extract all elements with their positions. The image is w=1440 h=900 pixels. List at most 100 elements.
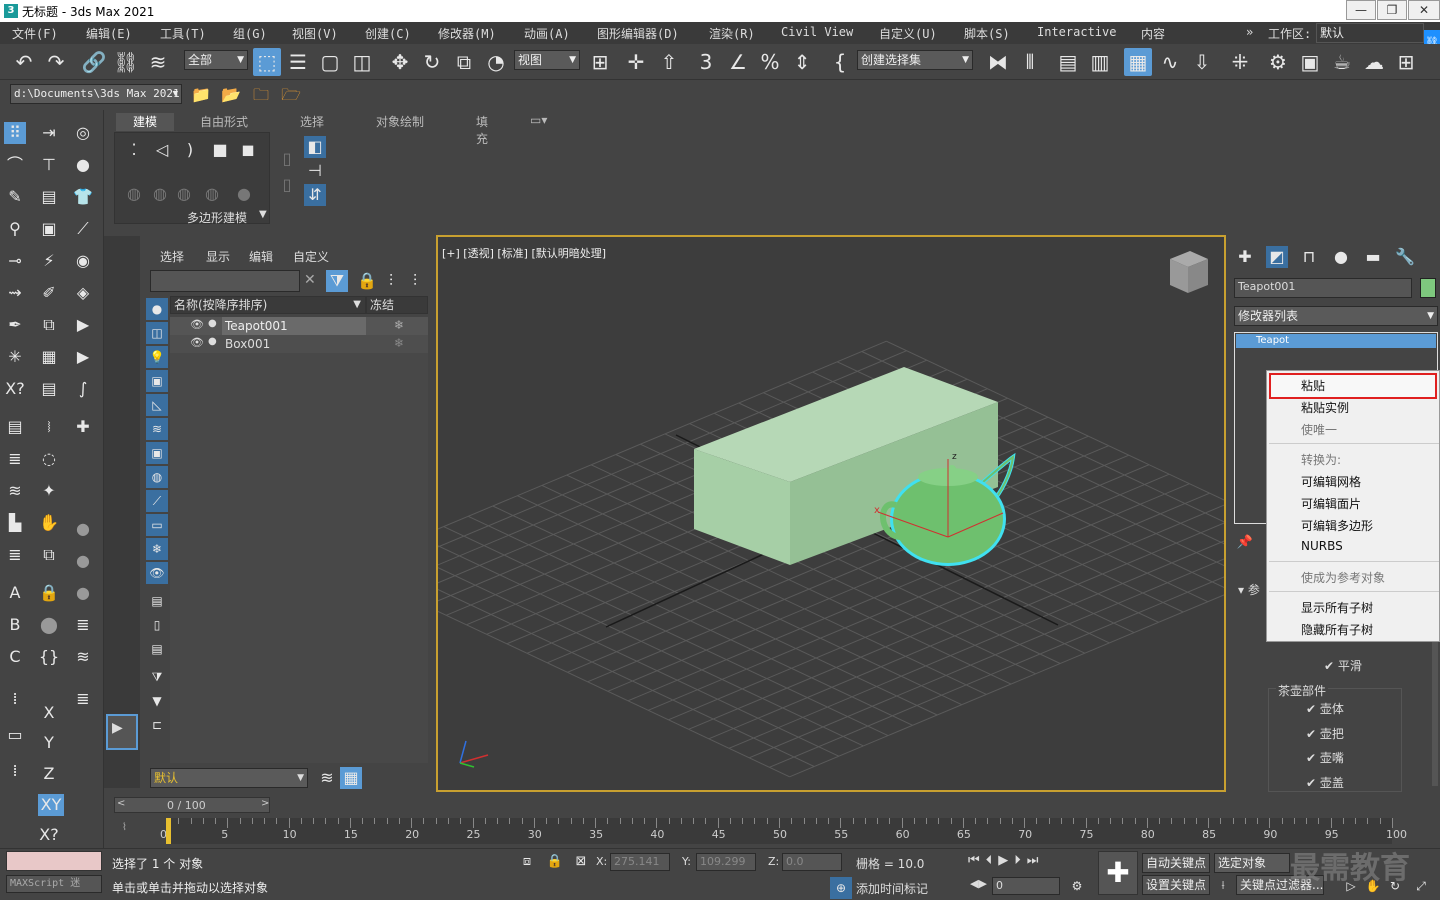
axis-z-icon[interactable]: Z (38, 763, 60, 785)
bones-filter-icon[interactable]: ⟋ (146, 490, 168, 512)
side-b-icon[interactable]: ▯ (276, 174, 298, 196)
modify-tab-icon[interactable]: ◩ (1266, 246, 1288, 268)
select-manipulate-icon[interactable]: ✛ (622, 48, 650, 76)
mod-c-icon[interactable]: ◍ (173, 183, 195, 205)
scene-menu-edit[interactable]: 编辑 (249, 248, 273, 265)
angle-snap-icon[interactable]: ∠ (724, 48, 752, 76)
render-dot-icon[interactable]: ● (208, 336, 217, 347)
visibility-eye-icon[interactable]: 👁 (190, 336, 204, 349)
create-project-icon[interactable]: 🗀 (250, 84, 272, 106)
perspective-viewport[interactable]: [+] [透视] [标准] [默认明暗处理] x z (436, 235, 1226, 792)
freeze-snowflake-icon[interactable]: ❄ (394, 336, 404, 350)
render-setup-icon[interactable]: ⚙ (1264, 48, 1292, 76)
menu-group[interactable]: 组(G) (233, 25, 267, 42)
layer-explorer-icon[interactable]: ▥ (1086, 48, 1114, 76)
curve-toggle-icon[interactable]: ⌇ (122, 822, 127, 833)
star-icon[interactable]: ✦ (38, 480, 60, 502)
display-tab-icon[interactable]: ▬ (1362, 246, 1384, 268)
vertex-icon[interactable]: ⁚ (123, 139, 145, 161)
clear-search-icon[interactable]: ✕ (304, 272, 316, 288)
menu-item-hide-all-subtrees[interactable]: 隐藏所有子树 (1301, 621, 1373, 638)
spacewarps-filter-icon[interactable]: ≋ (146, 418, 168, 440)
save-tool-icon[interactable]: ▤ (38, 378, 60, 400)
named-selection-dropdown[interactable]: 创建选择集 ▼ (857, 50, 973, 70)
snap-toggle-icon[interactable]: 3 (692, 48, 720, 76)
viewcube[interactable] (1170, 251, 1208, 293)
side-e-icon[interactable]: ⇵ (304, 184, 326, 206)
menu-item-show-all-subtrees[interactable]: 显示所有子树 (1301, 599, 1373, 616)
auto-key-button[interactable]: 自动关键点 (1142, 853, 1210, 873)
shapes-filter-icon[interactable]: ◫ (146, 322, 168, 344)
next-key-icon[interactable]: ⏵ (1014, 853, 1027, 868)
mod-a-icon[interactable]: ◍ (123, 183, 145, 205)
part-body-checkbox[interactable]: ✔ 壶体 (1306, 700, 1344, 717)
show-all-icon[interactable]: ▤ (146, 590, 168, 612)
tape-icon[interactable]: ⇝ (4, 282, 26, 304)
render-production-icon[interactable]: ☕ (1328, 48, 1356, 76)
element-icon[interactable]: ◼ (237, 139, 259, 161)
stack-tool-icon[interactable]: ▤ (4, 416, 26, 438)
ruler-icon[interactable]: ▭ (4, 724, 26, 746)
layer-dropdown[interactable]: 默认 ▼ (150, 768, 308, 788)
scene-menu-customize[interactable]: 自定义 (293, 248, 329, 265)
tab-modeling[interactable]: 建模 (116, 113, 174, 131)
window-crossing-icon[interactable]: ◫ (348, 48, 376, 76)
play-anim-icon[interactable]: ▶ (72, 314, 94, 336)
timeline-ruler[interactable]: 0 5 10 15 20 25 30 35 40 45 50 55 60 65 70 75 80 85 90 95 10… (160, 818, 1407, 844)
time-config-icon[interactable]: ⚙ (1066, 875, 1088, 897)
helpers-filter-icon[interactable]: ◺ (146, 394, 168, 416)
play-icon[interactable]: ▶ (998, 853, 1014, 868)
text-a-icon[interactable]: A (4, 582, 26, 604)
display-tool-icon[interactable]: ▣ (38, 218, 60, 240)
project-path-dropdown[interactable]: d:\Documents\3ds Max 2021 ▼ (10, 84, 182, 104)
visibility-eye-icon[interactable]: 👁 (190, 318, 204, 331)
plus-tool-icon[interactable]: ✚ (72, 416, 94, 438)
unlink-icon[interactable]: ⛓ (112, 48, 140, 76)
prev-frame-icon[interactable]: < (117, 798, 125, 809)
hierarchy-panel-icon[interactable]: ⫶ (380, 270, 402, 292)
layers-b-icon[interactable]: ≣ (72, 614, 94, 636)
time-slider[interactable]: < 0 / 100 > (114, 797, 270, 813)
y-coord-field[interactable]: 109.299 (696, 853, 756, 871)
maximize-viewport-icon[interactable]: ⤢ (1410, 875, 1432, 897)
layer-view-icon[interactable]: ▦ (340, 767, 362, 789)
geometry-filter-icon[interactable]: ● (146, 298, 168, 320)
copy-tool-icon[interactable]: ⧉ (38, 314, 60, 336)
lock-tool-icon[interactable]: 🔒 (38, 582, 60, 604)
text-c-icon[interactable]: C (4, 646, 26, 668)
tab-selection[interactable]: 选择 (300, 113, 324, 131)
rect-selection-icon[interactable]: ▢ (316, 48, 344, 76)
globe-icon[interactable]: ◉ (72, 250, 94, 272)
move-icon[interactable]: ✥ (386, 48, 414, 76)
scene-search-input[interactable] (150, 270, 300, 292)
paint-select-icon[interactable]: ✎ (4, 186, 26, 208)
axis-y-icon[interactable]: Y (38, 732, 60, 754)
layers-alt-icon[interactable]: ≋ (4, 480, 26, 502)
menu-item-make-reference[interactable]: 使成为参考对象 (1301, 569, 1385, 586)
close-button[interactable]: ✕ (1408, 0, 1440, 20)
table-row[interactable]: 👁 ● Box001 ❄ (170, 335, 428, 353)
menu-tools[interactable]: 工具(T) (160, 25, 206, 42)
scene-menu-display[interactable]: 显示 (206, 248, 230, 265)
curve-editor-icon[interactable]: ∿ (1156, 48, 1184, 76)
z-coord-field[interactable]: 0.0 (782, 853, 842, 871)
material-editor-icon[interactable]: ⁜ (1226, 48, 1254, 76)
circle-lg-icon[interactable]: ● (72, 582, 94, 604)
goto-start-icon[interactable]: ⏮ (968, 853, 986, 868)
part-handle-checkbox[interactable]: ✔ 壶把 (1306, 725, 1344, 742)
layers-d-icon[interactable]: ≣ (72, 688, 94, 710)
groups-filter-icon[interactable]: ▣ (146, 442, 168, 464)
axis-x-sup-icon[interactable]: X? (38, 824, 60, 846)
stack-item-teapot[interactable]: Teapot (1236, 334, 1436, 348)
filter-c-icon[interactable]: ⊏ (146, 714, 168, 736)
toggle-ribbon-icon[interactable]: ▦ (1124, 48, 1152, 76)
link-tool-icon[interactable]: ⇥ (38, 122, 60, 144)
menu-item-make-unique[interactable]: 使唯一 (1301, 421, 1337, 438)
project-folder-icon[interactable]: 📁 (190, 84, 212, 106)
ribbon-options-icon[interactable]: ▭▾ (530, 113, 547, 131)
col-name-header[interactable]: 名称(按降序排序) ▼ (170, 296, 366, 314)
measure-icon[interactable]: ⊸ (4, 250, 26, 272)
menu-modifiers[interactable]: 修改器(M) (438, 25, 496, 42)
freeze-snowflake-icon[interactable]: ❄ (394, 318, 404, 332)
viewport-nav-c-icon[interactable]: ↻ (1384, 875, 1406, 897)
